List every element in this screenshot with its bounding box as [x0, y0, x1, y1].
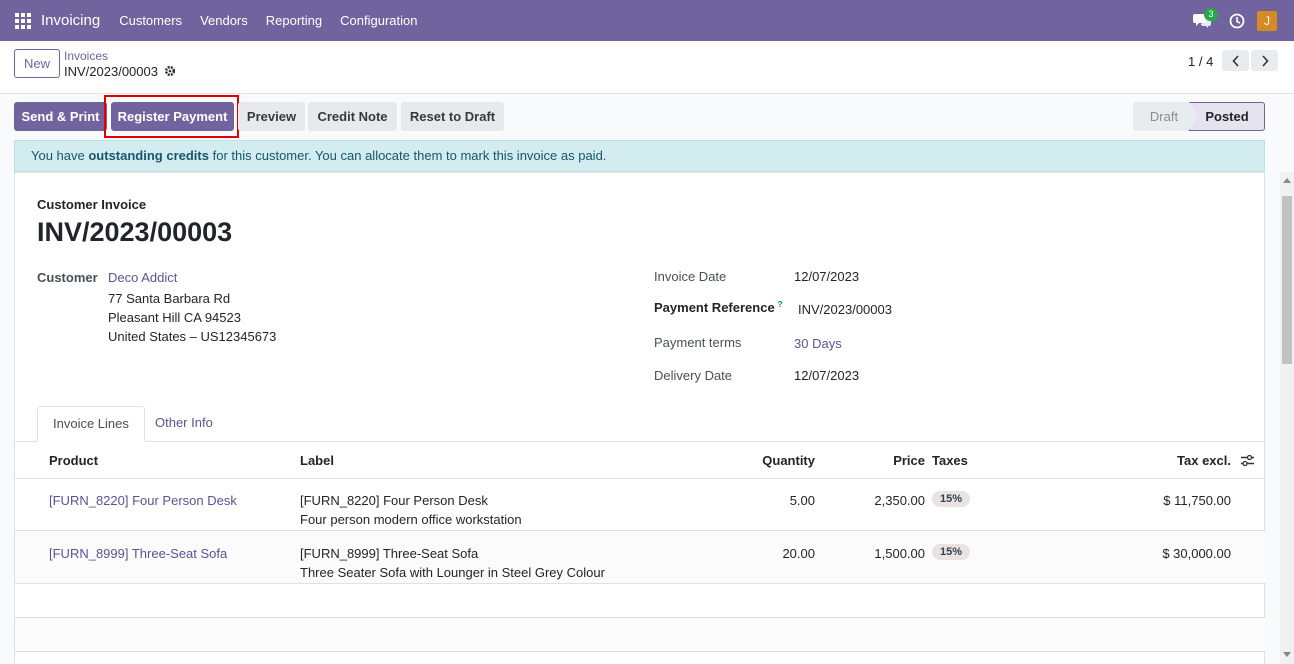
send-print-button[interactable]: Send & Print [14, 102, 107, 131]
tab-invoice-lines[interactable]: Invoice Lines [37, 406, 145, 442]
line-product[interactable]: [FURN_8220] Four Person Desk [49, 493, 237, 508]
empty-row [15, 584, 1266, 618]
alert-prefix: You have [31, 148, 89, 163]
customer-address-line: 77 Santa Barbara Rd [108, 291, 231, 306]
payment-reference-label: Payment Reference? [654, 300, 783, 315]
optional-columns-icon[interactable] [1241, 454, 1254, 470]
customer-address-line: Pleasant Hill CA 94523 [108, 310, 241, 325]
customer-name-link[interactable]: Deco Addict [108, 270, 177, 285]
chevron-right-icon [1261, 54, 1269, 67]
line-price[interactable]: 2,350.00 [874, 493, 925, 508]
credit-note-button[interactable]: Credit Note [308, 102, 397, 131]
line-subtotal: $ 11,750.00 [1163, 493, 1231, 508]
pager-value[interactable]: 1 / 4 [1188, 54, 1213, 69]
reset-to-draft-button[interactable]: Reset to Draft [401, 102, 504, 131]
payment-reference-label-text: Payment Reference [654, 300, 775, 315]
chat-count-badge: 3 [1204, 7, 1218, 21]
status-draft[interactable]: Draft [1133, 102, 1195, 131]
notebook-tabs: Invoice Lines Other Info [15, 406, 1266, 442]
scroll-down-arrow-icon[interactable] [1283, 652, 1291, 657]
empty-row [15, 618, 1266, 652]
line-label[interactable]: [FURN_8220] Four Person Desk [300, 493, 488, 508]
scroll-up-arrow-icon[interactable] [1283, 178, 1291, 183]
form-statusbar: Send & Print Register Payment Preview Cr… [0, 95, 1294, 140]
register-payment-highlight [104, 95, 239, 138]
line-description[interactable]: Three Seater Sofa with Lounger in Steel … [300, 565, 605, 580]
preview-button[interactable]: Preview [238, 102, 305, 131]
column-label[interactable]: Label [300, 453, 334, 468]
menu-vendors[interactable]: Vendors [200, 13, 248, 28]
status-posted[interactable]: Posted [1189, 102, 1265, 131]
outstanding-credits-alert: You have outstanding credits for this cu… [14, 140, 1265, 172]
table-row[interactable]: [FURN_8999] Three-Seat Sofa [FURN_8999] … [15, 531, 1266, 584]
customer-label: Customer [37, 270, 98, 285]
breadcrumb-current: INV/2023/00003 [64, 64, 158, 79]
line-quantity[interactable]: 5.00 [790, 493, 815, 508]
column-tax-excl[interactable]: Tax excl. [1177, 453, 1231, 468]
user-avatar[interactable]: J [1257, 10, 1277, 31]
menu-reporting[interactable]: Reporting [266, 13, 322, 28]
chevron-left-icon [1231, 54, 1239, 67]
status-arrow [1189, 102, 1198, 130]
line-quantity[interactable]: 20.00 [782, 546, 815, 561]
column-product[interactable]: Product [49, 453, 98, 468]
control-panel: New Invoices INV/2023/00003 1 / 4 [0, 41, 1294, 94]
customer-address-line: United States – US12345673 [108, 329, 277, 344]
navbar-systray: 3 J [1193, 0, 1277, 41]
column-quantity[interactable]: Quantity [762, 453, 815, 468]
line-tax-badge[interactable]: 15% [932, 544, 971, 560]
scrollbar-thumb[interactable] [1282, 196, 1292, 364]
new-button[interactable]: New [14, 49, 60, 78]
payment-reference-value[interactable]: INV/2023/00003 [798, 302, 892, 317]
clock-icon[interactable] [1229, 13, 1245, 29]
invoice-date-label: Invoice Date [654, 269, 727, 284]
page-scrollbar[interactable] [1280, 172, 1294, 664]
chat-icon[interactable]: 3 [1193, 7, 1218, 30]
invoice-date-value[interactable]: 12/07/2023 [794, 269, 859, 284]
line-subtotal: $ 30,000.00 [1162, 546, 1231, 561]
menu-configuration[interactable]: Configuration [340, 13, 417, 28]
column-price[interactable]: Price [893, 453, 925, 468]
line-tax-badge[interactable]: 15% [932, 491, 971, 507]
payment-terms-value[interactable]: 30 Days [794, 336, 842, 351]
tab-other-info[interactable]: Other Info [140, 406, 228, 442]
column-taxes[interactable]: Taxes [932, 453, 968, 468]
gear-icon[interactable] [164, 65, 176, 77]
menu-customers[interactable]: Customers [119, 13, 182, 28]
delivery-date-label: Delivery Date [654, 368, 733, 383]
alert-suffix: for this customer. You can allocate them… [208, 148, 607, 163]
invoice-lines-header: Product Label Quantity Price Taxes Tax e… [15, 442, 1266, 479]
alert-bold: outstanding credits [88, 148, 209, 163]
pager-next-button[interactable] [1251, 50, 1278, 71]
line-product[interactable]: [FURN_8999] Three-Seat Sofa [49, 546, 227, 561]
pager-previous-button[interactable] [1222, 50, 1249, 71]
line-label[interactable]: [FURN_8999] Three-Seat Sofa [300, 546, 478, 561]
top-navbar: Invoicing Customers Vendors Reporting Co… [0, 0, 1294, 41]
form-sheet: Customer Invoice INV/2023/00003 Customer… [14, 172, 1266, 664]
apps-grid-icon[interactable] [15, 12, 31, 29]
document-type: Customer Invoice [37, 197, 147, 212]
breadcrumb-invoices[interactable]: Invoices [64, 49, 108, 63]
payment-terms-label: Payment terms [654, 335, 742, 350]
help-icon[interactable]: ? [778, 300, 783, 309]
line-price[interactable]: 1,500.00 [874, 546, 925, 561]
table-row[interactable]: [FURN_8220] Four Person Desk [FURN_8220]… [15, 478, 1266, 531]
app-brand[interactable]: Invoicing [41, 12, 100, 29]
invoice-number: INV/2023/00003 [37, 217, 233, 247]
line-description[interactable]: Four person modern office workstation [300, 512, 522, 527]
delivery-date-value[interactable]: 12/07/2023 [794, 368, 859, 383]
